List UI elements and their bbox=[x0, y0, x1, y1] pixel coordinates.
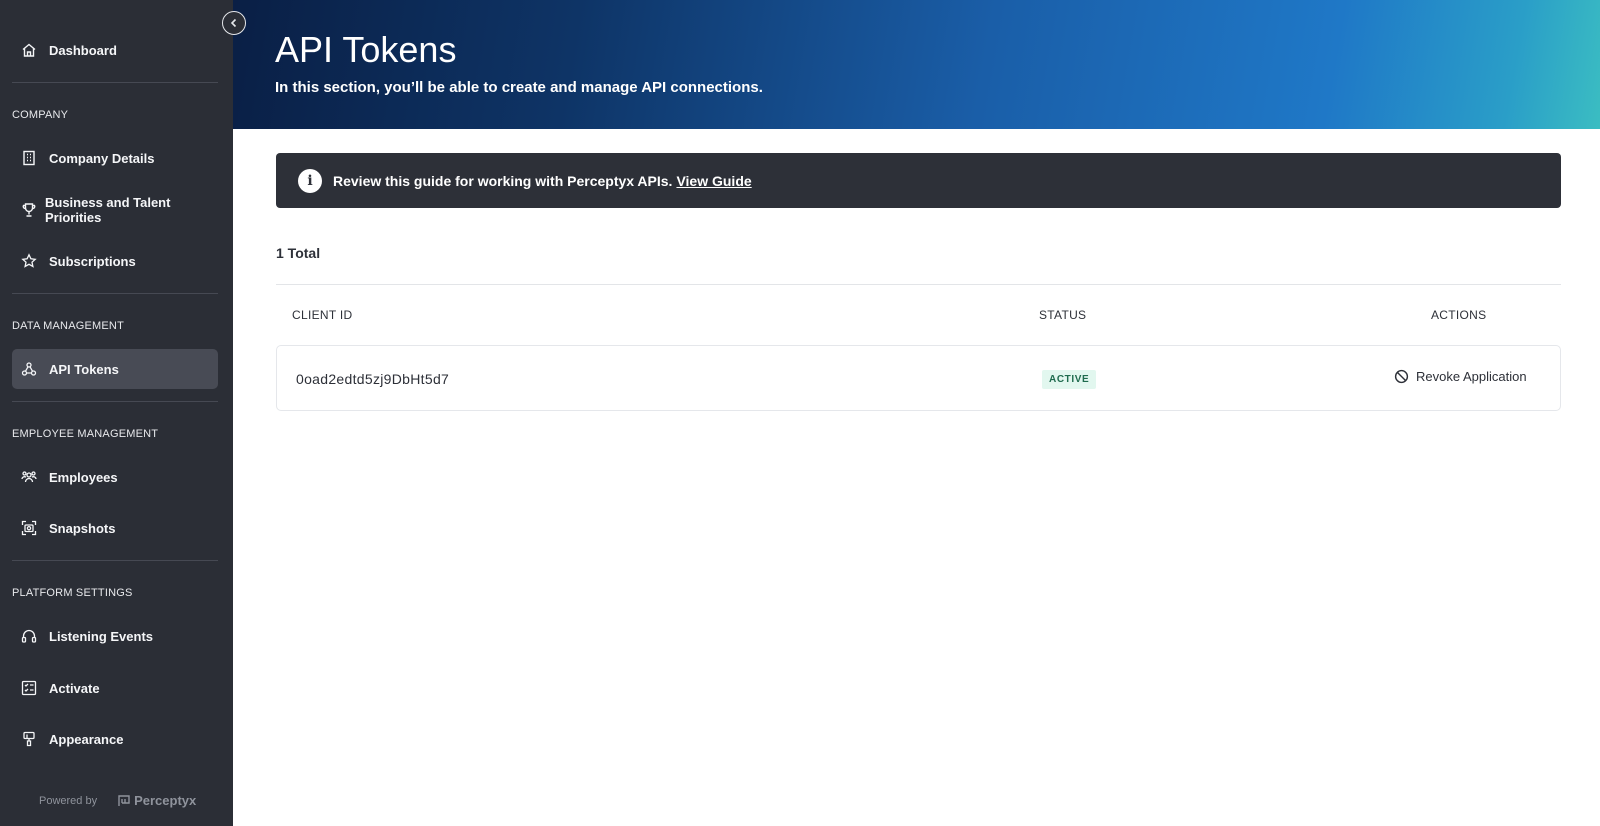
revoke-application-button[interactable]: Revoke Application bbox=[1394, 369, 1527, 384]
table-divider bbox=[276, 284, 1561, 285]
sidebar-item-label: Snapshots bbox=[49, 520, 116, 536]
chevron-left-icon bbox=[230, 18, 237, 28]
trophy-icon bbox=[21, 202, 37, 218]
guide-banner: i Review this guide for working with Per… bbox=[276, 153, 1561, 208]
column-header-client-id: CLIENT ID bbox=[292, 308, 353, 322]
sidebar-item-label: Subscriptions bbox=[49, 253, 136, 269]
sidebar-item-snapshots[interactable]: Snapshots bbox=[12, 508, 218, 548]
sidebar-item-label: Dashboard bbox=[49, 42, 117, 58]
sidebar-item-company-details[interactable]: Company Details bbox=[12, 138, 218, 178]
section-label-employee-management: EMPLOYEE MANAGEMENT bbox=[12, 428, 159, 440]
sidebar-item-listening-events[interactable]: Listening Events bbox=[12, 616, 218, 656]
page-subtitle: In this section, you’ll be able to creat… bbox=[275, 79, 763, 96]
sidebar-divider bbox=[12, 293, 218, 294]
table-row: 0oad2edtd5zj9DbHt5d7 ACTIVE Revoke Appli… bbox=[276, 345, 1561, 411]
sidebar-item-subscriptions[interactable]: Subscriptions bbox=[12, 241, 218, 281]
view-guide-link[interactable]: View Guide bbox=[676, 173, 751, 189]
status-badge: ACTIVE bbox=[1042, 370, 1097, 389]
info-icon: i bbox=[298, 168, 322, 193]
camera-icon bbox=[21, 520, 37, 536]
sidebar-item-api-tokens[interactable]: API Tokens bbox=[12, 349, 218, 389]
powered-by-label: Powered by bbox=[39, 794, 98, 807]
sidebar-divider bbox=[12, 401, 218, 402]
block-icon bbox=[1394, 369, 1409, 384]
sidebar-divider bbox=[12, 82, 218, 83]
sidebar-item-dashboard[interactable]: Dashboard bbox=[12, 30, 218, 70]
perceptyx-logo-icon bbox=[118, 794, 130, 806]
sidebar-item-label: Listening Events bbox=[49, 628, 154, 644]
banner-text: Review this guide for working with Perce… bbox=[333, 172, 673, 189]
sidebar-item-label: API Tokens bbox=[49, 361, 119, 377]
section-label-data-management: DATA MANAGEMENT bbox=[12, 320, 124, 332]
collapse-sidebar-button[interactable] bbox=[222, 11, 246, 35]
column-header-actions: ACTIONS bbox=[1431, 308, 1487, 322]
sidebar-item-label: Activate bbox=[49, 680, 100, 696]
star-icon bbox=[21, 253, 37, 269]
section-label-company: COMPANY bbox=[12, 109, 69, 121]
column-header-status: STATUS bbox=[1039, 308, 1087, 322]
sidebar-item-activate[interactable]: Activate bbox=[12, 668, 218, 708]
sidebar: Dashboard COMPANY Company Details Busine… bbox=[0, 0, 233, 826]
sidebar-item-label: Company Details bbox=[49, 150, 155, 166]
client-id-cell: 0oad2edtd5zj9DbHt5d7 bbox=[296, 371, 450, 387]
paint-roller-icon bbox=[21, 731, 37, 747]
powered-by: Powered by Perceptyx bbox=[39, 793, 196, 808]
perceptyx-logo: Perceptyx bbox=[117, 793, 196, 808]
sidebar-item-label: Appearance bbox=[49, 731, 124, 747]
checklist-icon bbox=[21, 680, 37, 696]
api-icon bbox=[21, 361, 37, 377]
total-count: 1 Total bbox=[276, 245, 321, 261]
home-icon bbox=[21, 42, 37, 58]
page-title: API Tokens bbox=[275, 29, 457, 70]
page-header: API Tokens In this section, you’ll be ab… bbox=[233, 0, 1600, 129]
brand-name: Perceptyx bbox=[134, 793, 197, 808]
sidebar-item-label: Employees bbox=[49, 469, 118, 485]
sidebar-item-employees[interactable]: Employees bbox=[12, 457, 218, 497]
people-icon bbox=[21, 469, 37, 485]
sidebar-item-business-talent-priorities[interactable]: Business and Talent Priorities bbox=[12, 190, 218, 230]
section-label-platform-settings: PLATFORM SETTINGS bbox=[12, 587, 133, 599]
building-icon bbox=[21, 150, 37, 166]
revoke-label: Revoke Application bbox=[1416, 369, 1527, 384]
sidebar-item-label: Business and Talent Priorities bbox=[45, 195, 171, 225]
headphones-icon bbox=[21, 628, 37, 644]
sidebar-divider bbox=[12, 560, 218, 561]
sidebar-item-appearance[interactable]: Appearance bbox=[12, 719, 218, 759]
